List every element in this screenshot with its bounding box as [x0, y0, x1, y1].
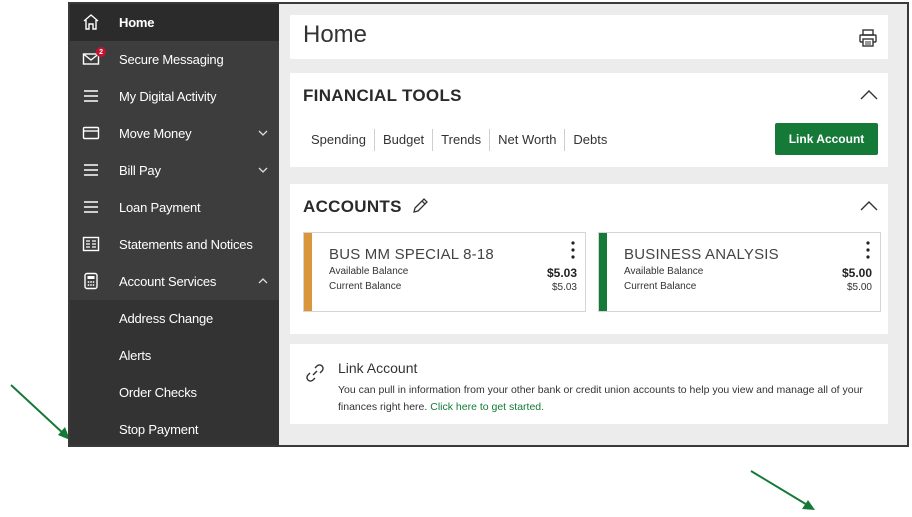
sidebar-subitem-stop-payment[interactable]: Stop Payment [70, 411, 279, 445]
sidebar-item-move-money[interactable]: Move Money [70, 115, 279, 152]
sidebar-item-label: My Digital Activity [119, 89, 217, 104]
sidebar-item-my-digital-activity[interactable]: My Digital Activity [70, 78, 279, 115]
link-account-description: You can pull in information from your ot… [338, 382, 878, 416]
sidebar-item-label: Secure Messaging [119, 52, 224, 67]
collapse-chevron-up-icon[interactable] [860, 89, 878, 101]
sidebar: Home 2 Secure Messaging My Digital Activ… [70, 4, 279, 445]
more-options-icon[interactable] [866, 241, 870, 259]
available-balance-label: Available Balance [624, 266, 704, 277]
link-account-title: Link Account [338, 360, 418, 376]
card-icon [82, 126, 100, 140]
app-window: Home 2 Secure Messaging My Digital Activ… [68, 2, 909, 447]
sidebar-item-label: Account Services [119, 274, 217, 289]
current-balance-label: Current Balance [329, 281, 402, 292]
sidebar-item-label: Statements and Notices [119, 237, 253, 252]
tool-debts[interactable]: Debts [564, 129, 615, 151]
menu-icon [84, 90, 98, 102]
sidebar-item-secure-messaging[interactable]: 2 Secure Messaging [70, 41, 279, 78]
current-balance-value: $5.03 [551, 282, 577, 293]
annotation-arrow-left [10, 384, 70, 440]
account-card-bus-mm-special[interactable]: BUS MM SPECIAL 8-18 Available Balance Cu… [303, 232, 586, 312]
account-color-bar [599, 233, 607, 311]
sidebar-item-home[interactable]: Home [70, 4, 279, 41]
available-balance-label: Available Balance [329, 266, 409, 277]
available-balance-value: $5.03 [546, 266, 577, 280]
account-color-bar [304, 233, 312, 311]
sidebar-item-label: Loan Payment [119, 200, 201, 215]
sidebar-item-statements-and-notices[interactable]: Statements and Notices [70, 226, 279, 263]
chevron-down-icon [258, 167, 268, 173]
link-account-description-text: You can pull in information from your ot… [338, 384, 863, 413]
sidebar-subitem-order-checks[interactable]: Order Checks [70, 374, 279, 411]
sidebar-item-label: Move Money [119, 126, 192, 141]
link-account-button[interactable]: Link Account [775, 123, 878, 155]
sidebar-subitem-address-change[interactable]: Address Change [70, 300, 279, 337]
chevron-down-icon [258, 130, 268, 136]
menu-icon [84, 201, 98, 213]
available-balance-value: $5.00 [841, 266, 872, 280]
get-started-link[interactable]: Click here to get started. [430, 401, 544, 413]
edit-pencil-icon[interactable] [411, 197, 429, 215]
link-chain-icon [306, 364, 324, 382]
account-name: BUS MM SPECIAL 8-18 [329, 246, 494, 263]
menu-icon [84, 164, 98, 176]
tool-budget[interactable]: Budget [373, 129, 432, 151]
sidebar-item-label: Home [119, 15, 155, 30]
current-balance-label: Current Balance [624, 281, 697, 292]
financial-tools-heading: FINANCIAL TOOLS [303, 86, 462, 105]
sidebar-item-account-services[interactable]: Account Services [70, 263, 279, 300]
sidebar-item-label: Bill Pay [119, 163, 161, 178]
account-card-business-analysis[interactable]: BUSINESS ANALYSIS Available Balance Curr… [598, 232, 881, 312]
current-balance-value: $5.00 [846, 282, 872, 293]
financial-tools-tabs: Spending Budget Trends Net Worth Debts [303, 129, 615, 151]
calculator-icon [84, 272, 98, 290]
tool-spending[interactable]: Spending [303, 129, 374, 151]
tool-trends[interactable]: Trends [432, 129, 489, 151]
link-account-panel: Link Account You can pull in information… [290, 344, 888, 424]
accounts-panel: ACCOUNTS BUS MM SPECIAL 8-18 Available B… [290, 184, 888, 334]
accounts-heading: ACCOUNTS [303, 197, 402, 216]
printer-icon[interactable] [858, 28, 878, 48]
more-options-icon[interactable] [571, 241, 575, 259]
page-title: Home [303, 21, 368, 48]
statement-icon [82, 236, 100, 252]
chevron-up-icon [258, 278, 268, 284]
unread-badge: 2 [96, 47, 106, 57]
tool-net-worth[interactable]: Net Worth [489, 129, 564, 151]
financial-tools-panel: FINANCIAL TOOLS Spending Budget Trends N… [290, 73, 888, 167]
sidebar-subitem-alerts[interactable]: Alerts [70, 337, 279, 374]
sidebar-item-bill-pay[interactable]: Bill Pay [70, 152, 279, 189]
home-icon [83, 14, 99, 30]
collapse-chevron-up-icon[interactable] [860, 200, 878, 212]
page-header: Home [290, 15, 888, 59]
sidebar-item-loan-payment[interactable]: Loan Payment [70, 189, 279, 226]
account-name: BUSINESS ANALYSIS [624, 246, 779, 263]
annotation-arrow-right [750, 470, 815, 510]
